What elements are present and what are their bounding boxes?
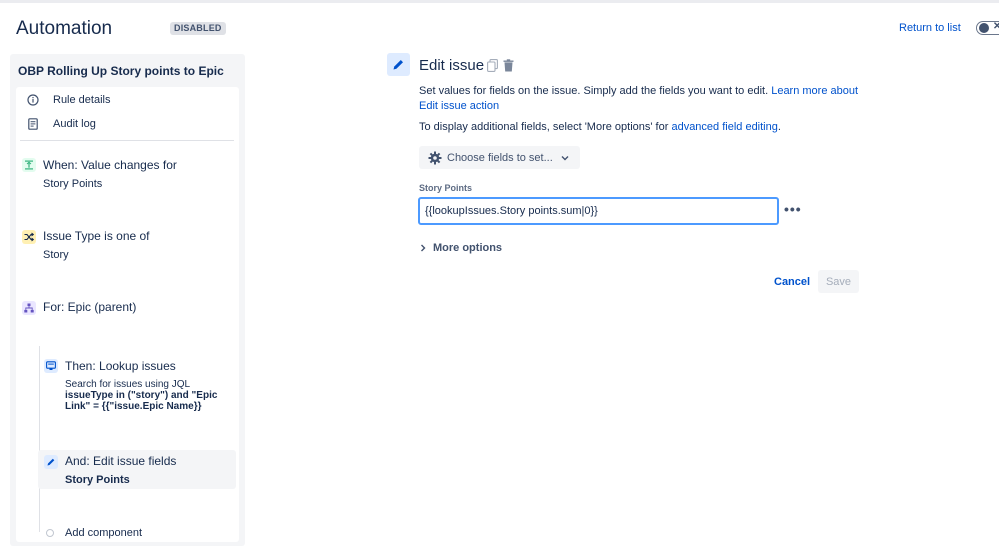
lookup-desc-prefix: Search for issues using JQL <box>65 379 191 390</box>
chevron-down-icon <box>561 155 569 161</box>
rule-name: OBP Rolling Up Story points to Epic <box>18 64 224 78</box>
info-icon <box>26 93 40 107</box>
pencil-icon <box>393 60 403 70</box>
component-branch-title: For: Epic (parent) <box>43 300 137 314</box>
sidebar-divider <box>20 140 234 141</box>
close-icon: ✕ <box>993 22 999 32</box>
top-border <box>0 0 999 3</box>
hint-period: . <box>777 121 781 133</box>
rule-details-label: Rule details <box>53 94 111 106</box>
document-icon <box>26 117 40 131</box>
page-title: Automation <box>16 18 113 39</box>
story-points-label: Story Points <box>419 183 473 193</box>
chevron-right-icon <box>420 244 426 252</box>
component-condition-subtitle: Story <box>43 249 69 261</box>
lookup-icon <box>44 359 58 373</box>
component-condition-title: Issue Type is one of <box>43 229 150 243</box>
pencil-icon <box>44 455 58 469</box>
cancel-button[interactable]: Cancel <box>769 271 815 293</box>
branch-connector-line <box>39 346 40 532</box>
audit-log-link[interactable]: Audit log <box>26 117 96 131</box>
component-trigger-title: When: Value changes for <box>43 158 177 172</box>
more-options-label: More options <box>433 242 503 254</box>
save-button[interactable]: Save <box>818 270 859 293</box>
edit-issue-description: Set values for fields on the issue. Simp… <box>419 84 869 114</box>
more-actions-icon[interactable]: ••• <box>784 201 802 217</box>
more-options-toggle[interactable]: More options <box>420 242 502 254</box>
component-lookup-description: Search for issues using JQL issueType in… <box>65 379 235 412</box>
component-edit-subtitle: Story Points <box>65 474 130 486</box>
choose-fields-button[interactable]: Choose fields to set... <box>419 146 580 169</box>
rule-details-link[interactable]: Rule details <box>26 93 110 107</box>
audit-log-label: Audit log <box>53 118 96 130</box>
choose-fields-label: Choose fields to set... <box>447 151 553 164</box>
add-component-dot[interactable] <box>46 529 54 537</box>
shuffle-icon <box>22 230 36 244</box>
lookup-jql-query: issueType in ("story") and "Epic Link" =… <box>65 390 218 412</box>
component-edit-title: And: Edit issue fields <box>65 454 177 468</box>
advanced-field-editing-link[interactable]: advanced field editing <box>671 121 777 133</box>
story-points-input[interactable] <box>418 197 779 225</box>
rule-enabled-toggle[interactable]: ✕ <box>976 21 999 35</box>
trigger-icon <box>22 158 36 172</box>
hierarchy-icon <box>22 301 36 315</box>
description-text: Set values for fields on the issue. Simp… <box>419 85 769 97</box>
return-to-list-link[interactable]: Return to list <box>899 22 961 34</box>
add-component-link[interactable]: Add component <box>65 527 142 539</box>
advanced-editing-hint: To display additional fields, select 'Mo… <box>419 121 781 133</box>
component-lookup-title: Then: Lookup issues <box>65 359 176 373</box>
edit-issue-icon-box <box>387 53 410 76</box>
toggle-knob <box>979 23 989 33</box>
copy-icon[interactable] <box>487 59 498 77</box>
display-text: To display additional fields, select 'Mo… <box>419 121 669 133</box>
status-badge: DISABLED <box>170 22 226 35</box>
trash-icon[interactable] <box>503 59 514 77</box>
gear-icon <box>428 151 442 165</box>
edit-issue-title: Edit issue <box>419 57 485 74</box>
component-trigger-subtitle: Story Points <box>43 178 103 190</box>
